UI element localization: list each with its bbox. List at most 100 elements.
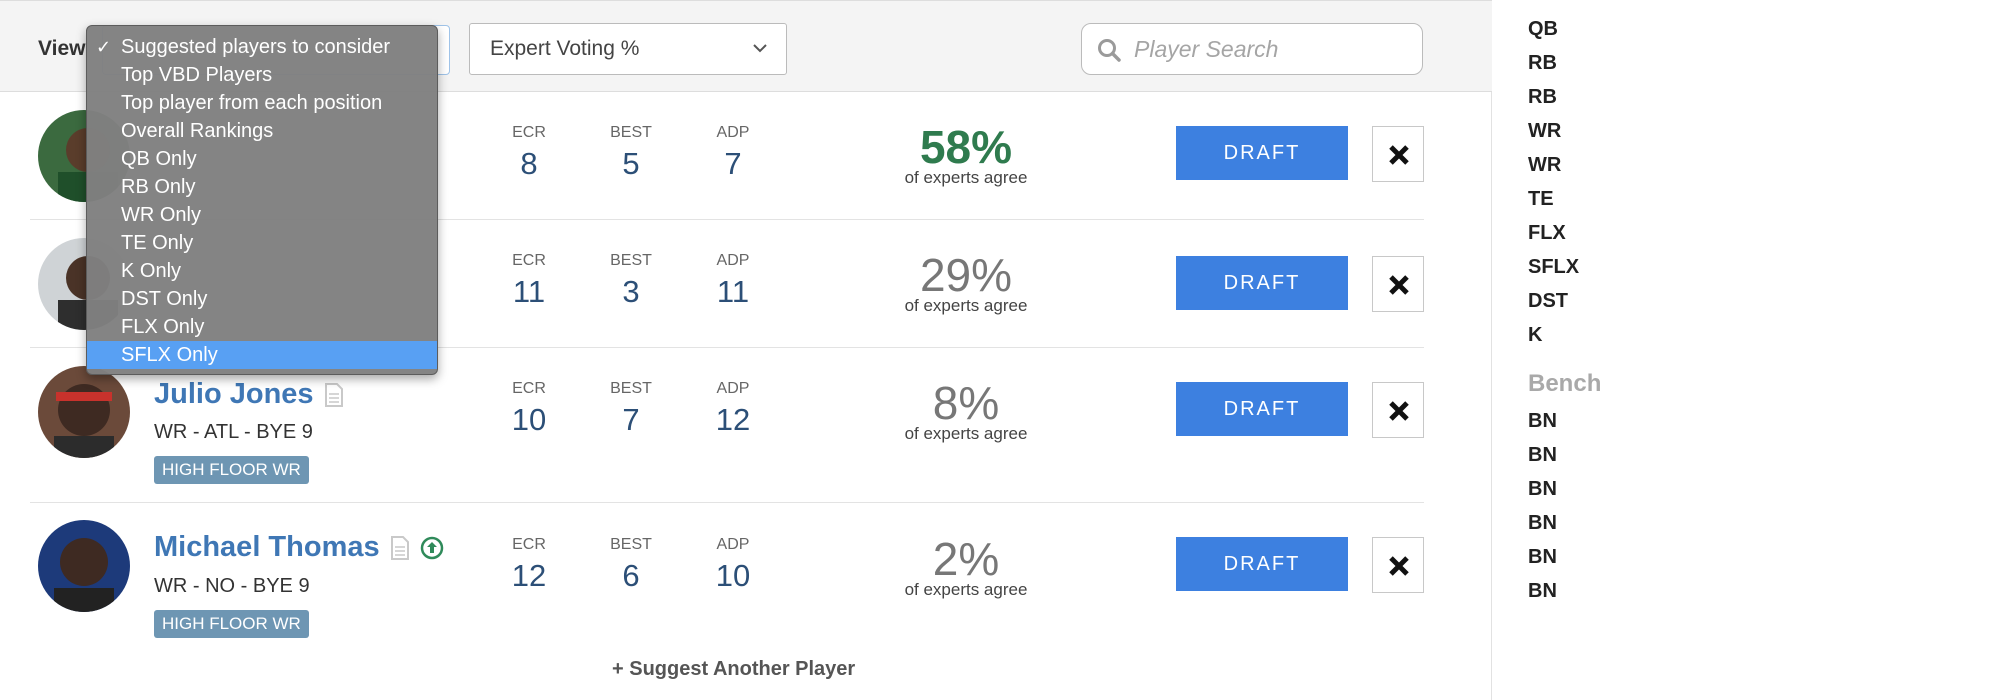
- best-value: 5: [622, 146, 640, 181]
- draft-button[interactable]: DRAFT: [1176, 537, 1348, 591]
- remove-player-button[interactable]: [1372, 256, 1424, 312]
- player-info: WR - NO - BYE 9: [154, 575, 310, 597]
- menu-item-label: K Only: [121, 260, 182, 282]
- ecr-stat: ECR 8: [484, 124, 574, 182]
- menu-item-label: DST Only: [121, 288, 208, 310]
- menu-item-label: SFLX Only: [121, 344, 218, 366]
- roster-slot-bench: BN: [1528, 512, 1557, 534]
- roster-slot-k: K: [1528, 324, 1543, 346]
- ecr-label: ECR: [512, 380, 546, 397]
- menu-item-label: TE Only: [121, 232, 194, 254]
- roster-slot-te: TE: [1528, 188, 1554, 210]
- player-name-text[interactable]: Julio Jones: [154, 378, 314, 410]
- menu-item-rb-only[interactable]: RB Only: [87, 173, 437, 201]
- player-name[interactable]: Michael Thomas: [154, 531, 444, 564]
- expert-agreement: 8% of experts agree: [866, 380, 1066, 444]
- agree-caption: of experts agree: [904, 580, 1028, 599]
- ecr-stat: ECR 10: [484, 380, 574, 438]
- menu-item-label: Suggested players to consider: [121, 36, 391, 58]
- adp-stat: ADP 10: [688, 536, 778, 594]
- adp-value: 11: [716, 274, 750, 309]
- close-icon: [1389, 556, 1409, 576]
- remove-player-button[interactable]: [1372, 126, 1424, 182]
- menu-item-dst-only[interactable]: DST Only: [87, 285, 437, 313]
- adp-stat: ADP 11: [688, 252, 778, 310]
- player-tag: HIGH FLOOR WR: [154, 610, 309, 638]
- best-stat: BEST 6: [586, 536, 676, 594]
- view-label: View: [38, 37, 86, 60]
- adp-label: ADP: [716, 252, 750, 269]
- ecr-value: 11: [512, 274, 546, 309]
- adp-stat: ADP 7: [688, 124, 778, 182]
- player-name-text[interactable]: Michael Thomas: [154, 531, 380, 563]
- best-label: BEST: [610, 124, 652, 141]
- adp-label: ADP: [716, 380, 750, 397]
- roster-slot-rb: RB: [1528, 52, 1557, 74]
- player-search[interactable]: [1081, 23, 1423, 75]
- best-label: BEST: [610, 252, 652, 269]
- sort-select[interactable]: Expert Voting %: [469, 23, 787, 75]
- agree-caption: of experts agree: [904, 296, 1028, 315]
- ecr-stat: ECR 11: [484, 252, 574, 310]
- roster-slot-bench: BN: [1528, 478, 1557, 500]
- menu-item-top-each-position[interactable]: Top player from each position: [87, 89, 437, 117]
- draft-button[interactable]: DRAFT: [1176, 256, 1348, 310]
- agree-percent: 29%: [919, 249, 1013, 301]
- agree-percent: 2%: [932, 533, 1000, 585]
- best-stat: BEST 3: [586, 252, 676, 310]
- menu-item-te-only[interactable]: TE Only: [87, 229, 437, 257]
- menu-item-sflx-only[interactable]: SFLX Only: [87, 341, 437, 369]
- menu-item-label: WR Only: [121, 204, 201, 226]
- menu-item-overall-rankings[interactable]: Overall Rankings: [87, 117, 437, 145]
- sort-select-value: Expert Voting %: [490, 37, 640, 60]
- best-stat: BEST 7: [586, 380, 676, 438]
- player-name[interactable]: Julio Jones: [154, 378, 344, 411]
- best-label: BEST: [610, 380, 652, 397]
- bench-heading: Bench: [1528, 370, 1602, 397]
- player-row: Michael Thomas WR - NO - BYE 9 HIGH FLOO…: [30, 503, 1424, 643]
- player-tag: HIGH FLOOR WR: [154, 456, 309, 484]
- best-value: 6: [622, 558, 640, 593]
- roster-slot-sflx: SFLX: [1528, 256, 1580, 278]
- menu-item-label: FLX Only: [121, 316, 205, 338]
- best-stat: BEST 5: [586, 124, 676, 182]
- expert-agreement: 58% of experts agree: [866, 124, 1066, 188]
- agree-percent: 8%: [932, 377, 1000, 429]
- chevron-down-icon: [753, 44, 767, 53]
- document-icon[interactable]: [324, 383, 344, 408]
- adp-label: ADP: [716, 536, 750, 553]
- adp-value: 12: [715, 402, 751, 437]
- roster-slot-dst: DST: [1528, 290, 1568, 312]
- menu-item-suggested[interactable]: ✓ Suggested players to consider: [87, 33, 437, 61]
- roster-slot-bench: BN: [1528, 546, 1557, 568]
- document-icon[interactable]: [390, 536, 410, 561]
- remove-player-button[interactable]: [1372, 382, 1424, 438]
- suggest-player-link[interactable]: + Suggest Another Player: [612, 658, 855, 681]
- agree-caption: of experts agree: [904, 168, 1028, 187]
- roster-slot-qb: QB: [1528, 18, 1558, 40]
- menu-item-wr-only[interactable]: WR Only: [87, 201, 437, 229]
- adp-value: 10: [715, 558, 751, 593]
- menu-item-label: RB Only: [121, 176, 196, 198]
- player-avatar: [38, 520, 130, 612]
- menu-item-k-only[interactable]: K Only: [87, 257, 437, 285]
- remove-player-button[interactable]: [1372, 537, 1424, 593]
- menu-item-top-vbd[interactable]: Top VBD Players: [87, 61, 437, 89]
- roster-slot-bench: BN: [1528, 410, 1557, 432]
- adp-stat: ADP 12: [688, 380, 778, 438]
- menu-item-qb-only[interactable]: QB Only: [87, 145, 437, 173]
- ecr-value: 8: [520, 146, 538, 181]
- draft-button[interactable]: DRAFT: [1176, 382, 1348, 436]
- view-dropdown-menu: ✓ Suggested players to consider Top VBD P…: [86, 25, 438, 375]
- roster-slot-wr: WR: [1528, 120, 1562, 142]
- roster-slot-bench: BN: [1528, 444, 1557, 466]
- expert-agreement: 29% of experts agree: [866, 252, 1066, 316]
- ecr-value: 10: [511, 402, 547, 437]
- close-icon: [1389, 275, 1409, 295]
- close-icon: [1389, 401, 1409, 421]
- ecr-label: ECR: [512, 252, 546, 269]
- search-input[interactable]: [1134, 34, 1404, 64]
- draft-button[interactable]: DRAFT: [1176, 126, 1348, 180]
- adp-value: 7: [724, 146, 742, 181]
- menu-item-flx-only[interactable]: FLX Only: [87, 313, 437, 341]
